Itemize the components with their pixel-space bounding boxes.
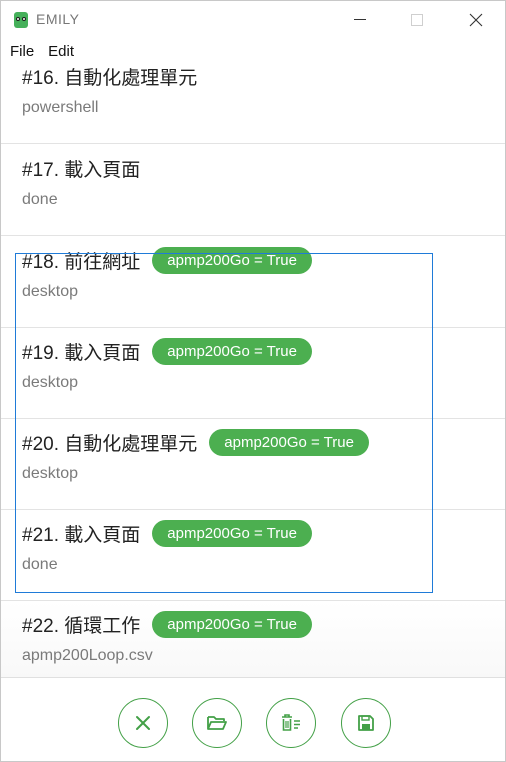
task-title: #21. 載入頁面 bbox=[22, 524, 141, 546]
task-list[interactable]: #16. 自動化處理單元 powershell #17. 載入頁面 done #… bbox=[1, 65, 505, 677]
folder-open-icon bbox=[207, 716, 227, 730]
task-title: #18. 前往網址 bbox=[22, 251, 141, 273]
minimize-icon bbox=[354, 19, 366, 20]
task-subtitle: desktop bbox=[22, 374, 79, 391]
task-item[interactable]: #19. 載入頁面 apmp200Go = True desktop bbox=[1, 328, 505, 419]
menu-bar: File Edit bbox=[1, 39, 505, 65]
open-file-button[interactable] bbox=[192, 698, 242, 748]
menu-edit[interactable]: Edit bbox=[39, 39, 74, 65]
delete-list-button[interactable] bbox=[266, 698, 316, 748]
task-item[interactable]: #21. 載入頁面 apmp200Go = True done bbox=[1, 510, 505, 601]
task-title: #16. 自動化處理單元 bbox=[22, 67, 198, 89]
task-subtitle: done bbox=[22, 556, 58, 573]
task-subtitle: done bbox=[22, 191, 58, 208]
task-item[interactable]: #22. 循環工作 apmp200Go = True apmp200Loop.c… bbox=[1, 601, 505, 677]
task-title: #20. 自動化處理單元 bbox=[22, 433, 198, 455]
close-button[interactable] bbox=[118, 698, 168, 748]
save-icon bbox=[358, 715, 374, 731]
task-item[interactable]: #20. 自動化處理單元 apmp200Go = True desktop bbox=[1, 419, 505, 510]
condition-badge: apmp200Go = True bbox=[152, 337, 312, 365]
delete-list-icon bbox=[282, 714, 300, 731]
save-button[interactable] bbox=[341, 698, 391, 748]
action-toolbar bbox=[1, 677, 505, 761]
maximize-icon bbox=[411, 14, 423, 26]
close-icon bbox=[469, 13, 483, 27]
condition-badge: apmp200Go = True bbox=[152, 519, 312, 547]
condition-badge: apmp200Go = True bbox=[152, 246, 312, 274]
task-item[interactable]: #18. 前往網址 apmp200Go = True desktop bbox=[1, 237, 505, 328]
title-bar: EMILY bbox=[1, 1, 505, 39]
task-title: #22. 循環工作 bbox=[22, 615, 141, 637]
close-icon bbox=[136, 716, 150, 730]
emily-logo-icon bbox=[14, 12, 28, 28]
window-title: EMILY bbox=[36, 11, 80, 27]
task-item[interactable]: #17. 載入頁面 done bbox=[1, 145, 505, 236]
task-title: #17. 載入頁面 bbox=[22, 159, 141, 181]
task-subtitle: powershell bbox=[22, 99, 99, 116]
task-subtitle: apmp200Loop.csv bbox=[22, 647, 153, 664]
task-title: #19. 載入頁面 bbox=[22, 342, 141, 364]
maximize-button[interactable] bbox=[394, 1, 440, 39]
close-window-button[interactable] bbox=[453, 1, 499, 39]
task-subtitle: desktop bbox=[22, 465, 79, 482]
menu-file[interactable]: File bbox=[1, 39, 34, 65]
minimize-button[interactable] bbox=[337, 1, 383, 39]
condition-badge: apmp200Go = True bbox=[209, 428, 369, 456]
app-window: EMILY File Edit #16. 自動化處理單元 powershell … bbox=[0, 0, 506, 762]
task-item[interactable]: #16. 自動化處理單元 powershell bbox=[1, 65, 505, 144]
condition-badge: apmp200Go = True bbox=[152, 610, 312, 638]
task-subtitle: desktop bbox=[22, 283, 79, 300]
